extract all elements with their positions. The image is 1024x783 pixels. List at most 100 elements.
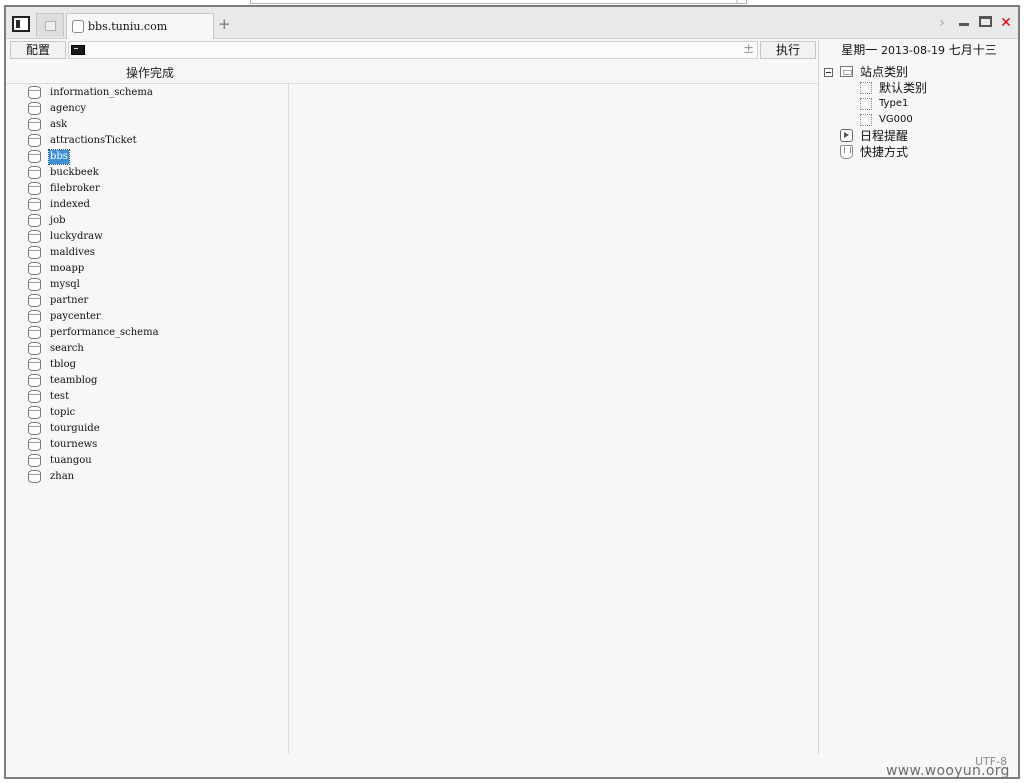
database-icon — [28, 422, 41, 435]
tab-bar: bbs.tuniu.com + › ✕ — [6, 7, 1018, 39]
database-list-item[interactable]: test — [28, 389, 288, 405]
database-name: agency — [50, 103, 86, 114]
database-list-item[interactable]: information_schema — [28, 85, 288, 101]
panel-toggle-icon[interactable] — [12, 16, 30, 32]
database-list-item[interactable]: buckbeek — [28, 165, 288, 181]
command-input[interactable]: ± — [68, 41, 758, 59]
shortcuts-label[interactable]: 快捷方式 — [860, 144, 908, 160]
lunar-date: 七月十三 — [948, 43, 997, 57]
database-list-item[interactable]: luckydraw — [28, 229, 288, 245]
database-name: paycenter — [50, 311, 101, 322]
category-label[interactable]: VG000 — [879, 112, 913, 128]
folder-icon — [840, 66, 853, 77]
resize-grip-icon[interactable]: ⫽ — [736, 0, 745, 5]
sidebar-splitter[interactable] — [818, 40, 819, 754]
execute-button[interactable]: 执行 — [760, 41, 816, 59]
app-window: bbs.tuniu.com + › ✕ 配置 ± 执行 操作完成 informa… — [4, 5, 1020, 779]
tree-node-shortcuts[interactable]: 快捷方式 — [822, 144, 1018, 160]
database-icon — [28, 214, 41, 227]
database-icon — [28, 374, 41, 387]
database-name: maldives — [50, 247, 95, 258]
database-list-item[interactable]: indexed — [28, 197, 288, 213]
database-name: test — [50, 391, 70, 402]
tree-node-default-category[interactable]: 默认类别 — [822, 80, 1018, 96]
terminal-icon — [71, 45, 85, 55]
database-list-item[interactable]: bbs — [28, 149, 288, 165]
database-name: tuangou — [50, 455, 92, 466]
schedule-label[interactable]: 日程提醒 — [860, 128, 908, 144]
database-name: tourguide — [50, 423, 100, 434]
maximize-button[interactable] — [979, 16, 993, 30]
database-list-item[interactable]: tblog — [28, 357, 288, 373]
close-button[interactable]: ✕ — [999, 16, 1013, 30]
database-name: zhan — [50, 471, 75, 482]
chevron-right-icon[interactable]: › — [936, 16, 948, 30]
status-text: 操作完成 — [125, 66, 174, 80]
tree-node-site-category[interactable]: 站点类别 — [822, 64, 1018, 80]
plus-minus-icon[interactable]: ± — [743, 42, 754, 58]
date: 2013-08-19 — [881, 44, 945, 57]
database-list-item[interactable]: partner — [28, 293, 288, 309]
database-name: attractionsTicket — [50, 135, 137, 146]
watermark: www.wooyun.org — [886, 763, 1010, 779]
database-list-item[interactable]: maldives — [28, 245, 288, 261]
database-list-item[interactable]: paycenter — [28, 309, 288, 325]
database-icon — [28, 118, 41, 131]
database-list-item[interactable]: tuangou — [28, 453, 288, 469]
sidebar-tree: 站点类别 默认类别 Type1 VG000 日程提醒 快捷方式 — [822, 64, 1018, 160]
database-list: information_schemaagency ask attractionsTi… — [28, 85, 288, 485]
database-list-item[interactable]: ask — [28, 117, 288, 133]
database-icon — [28, 246, 41, 259]
database-icon — [28, 134, 41, 147]
database-list-item[interactable]: agency — [28, 101, 288, 117]
database-icon — [28, 166, 41, 179]
database-icon — [28, 278, 41, 291]
database-list-item[interactable]: mysql — [28, 277, 288, 293]
pane-splitter[interactable] — [288, 84, 289, 754]
database-list-item[interactable]: zhan — [28, 469, 288, 485]
database-name: information_schema — [50, 87, 153, 98]
database-list-item[interactable]: job — [28, 213, 288, 229]
database-list-item[interactable]: tourguide — [28, 421, 288, 437]
blank-tab[interactable] — [36, 13, 64, 37]
database-icon — [72, 20, 84, 33]
tree-node-schedule[interactable]: 日程提醒 — [822, 128, 1018, 144]
database-name: buckbeek — [50, 167, 99, 178]
database-list-item[interactable]: topic — [28, 405, 288, 421]
database-icon — [28, 198, 41, 211]
date-display: 星期一 2013-08-19 七月十三 — [820, 40, 1018, 60]
category-label[interactable]: Type1 — [879, 96, 908, 112]
database-list-item[interactable]: teamblog — [28, 373, 288, 389]
database-icon — [28, 262, 41, 275]
blank-page-icon — [45, 21, 56, 31]
tab-active[interactable]: bbs.tuniu.com — [66, 13, 214, 39]
database-list-item[interactable]: search — [28, 341, 288, 357]
new-tab-button[interactable]: + — [218, 17, 231, 32]
config-button[interactable]: 配置 — [10, 41, 66, 59]
database-name: search — [50, 343, 84, 354]
maximize-icon — [979, 16, 992, 27]
tree-node-type1[interactable]: Type1 — [822, 96, 1018, 112]
category-label[interactable]: 默认类别 — [879, 80, 927, 96]
database-icon — [28, 326, 41, 339]
database-list-item[interactable]: filebroker — [28, 181, 288, 197]
site-category-label[interactable]: 站点类别 — [860, 64, 908, 80]
database-icon — [28, 310, 41, 323]
database-name: mysql — [50, 279, 80, 290]
tree-node-vg000[interactable]: VG000 — [822, 112, 1018, 128]
command-bar: 配置 ± 执行 — [6, 40, 818, 60]
database-name: bbs — [48, 149, 70, 165]
database-icon — [28, 86, 41, 99]
database-list-item[interactable]: performance_schema — [28, 325, 288, 341]
hand-icon — [840, 145, 853, 159]
collapse-icon[interactable] — [824, 68, 833, 77]
tab-title: bbs.tuniu.com — [88, 20, 168, 33]
database-list-item[interactable]: attractionsTicket — [28, 133, 288, 149]
database-name: indexed — [50, 199, 90, 210]
database-name: tournews — [50, 439, 98, 450]
database-name: moapp — [50, 263, 85, 274]
database-list-item[interactable]: tournews — [28, 437, 288, 453]
database-icon — [28, 358, 41, 371]
minimize-button[interactable] — [958, 16, 970, 30]
database-list-item[interactable]: moapp — [28, 261, 288, 277]
